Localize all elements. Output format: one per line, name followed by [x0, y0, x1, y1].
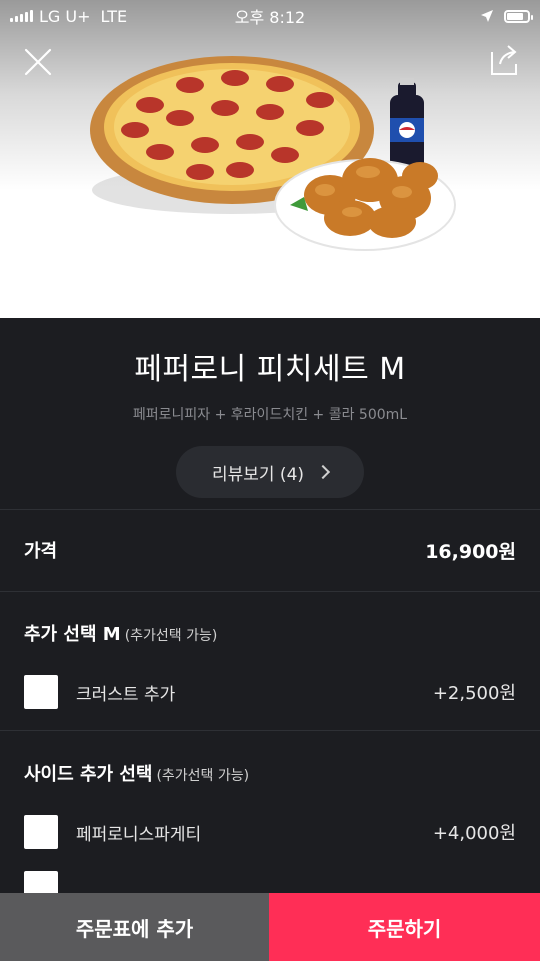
- option-section-side: 사이드 추가 선택 (추가선택 가능) 페퍼로니스파게티 +4,000원: [0, 760, 540, 906]
- section-note: (추가선택 가능): [156, 768, 250, 784]
- carrier-label: LG U+: [39, 6, 91, 26]
- option-checkbox[interactable]: [24, 815, 58, 849]
- option-label: 페퍼로니스파게티: [76, 824, 202, 845]
- divider: [0, 730, 540, 731]
- close-icon: [24, 48, 52, 76]
- location-arrow-icon: [481, 10, 493, 22]
- option-section-extra: 추가 선택 M (추가선택 가능) 크러스트 추가 +2,500원: [0, 620, 540, 710]
- battery-icon: [504, 9, 533, 23]
- pizza-chicken-cola-image: [90, 56, 456, 251]
- price-row: 가격 16,900원: [0, 510, 540, 590]
- share-icon: [491, 45, 517, 75]
- order-button[interactable]: 주문하기: [269, 893, 540, 961]
- option-price: +2,500원: [432, 683, 516, 704]
- battery-fill: [507, 12, 523, 20]
- bottom-action-bar: 주문표에 추가 주문하기: [0, 893, 540, 961]
- option-label: 크러스트 추가: [76, 684, 176, 705]
- add-to-cart-button[interactable]: 주문표에 추가: [0, 893, 269, 961]
- share-button[interactable]: [488, 42, 520, 78]
- option-item[interactable]: 페퍼로니스파게티 +4,000원: [0, 814, 540, 850]
- signal-icon: [10, 10, 33, 22]
- product-subtitle: 페퍼로니피자 + 후라이드치킨 + 콜라 500mL: [132, 407, 408, 423]
- review-label: 리뷰보기 (4): [211, 464, 305, 485]
- section-title: 추가 선택 M (추가선택 가능): [0, 620, 540, 646]
- product-image: [0, 0, 540, 318]
- close-button[interactable]: [18, 42, 58, 82]
- section-title: 사이드 추가 선택 (추가선택 가능): [0, 760, 540, 786]
- status-bar: LG U+ LTE 오후 8:12: [0, 0, 540, 32]
- status-left: LG U+ LTE: [10, 7, 127, 26]
- section-title-text: 추가 선택 M: [24, 624, 121, 645]
- status-right: [480, 9, 533, 23]
- option-item[interactable]: 크러스트 추가 +2,500원: [0, 674, 540, 710]
- product-info: 페퍼로니 피치세트 M 페퍼로니피자 + 후라이드치킨 + 콜라 500mL 리…: [0, 318, 540, 508]
- section-title-text: 사이드 추가 선택: [24, 764, 153, 785]
- option-price: +4,000원: [432, 823, 516, 844]
- product-title: 페퍼로니 피치세트 M: [134, 352, 406, 387]
- review-button[interactable]: 리뷰보기 (4): [176, 446, 364, 498]
- chevron-right-icon: [315, 464, 331, 480]
- section-note: (추가선택 가능): [124, 628, 218, 644]
- price-value: 16,900원: [425, 540, 516, 563]
- price-label: 가격: [24, 541, 58, 562]
- option-checkbox[interactable]: [24, 675, 58, 709]
- divider: [0, 591, 540, 592]
- network-label: LTE: [100, 6, 128, 26]
